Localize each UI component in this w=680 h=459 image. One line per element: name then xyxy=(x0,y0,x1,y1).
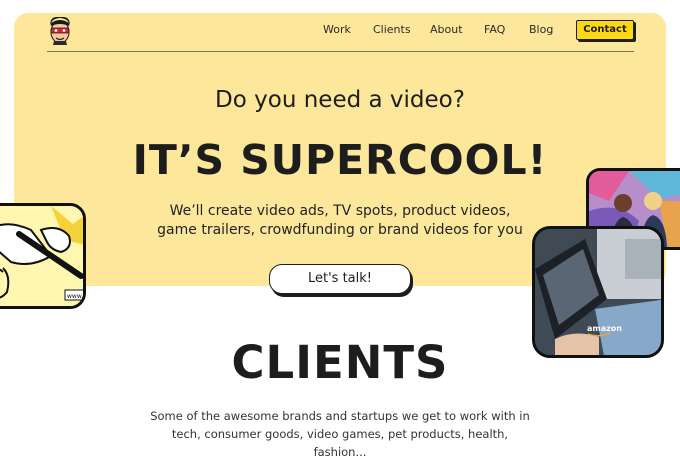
page: Work Clients About FAQ Blog Contact Do y… xyxy=(0,0,680,459)
nav-link-blog[interactable]: Blog xyxy=(529,23,553,36)
hero-question: Do you need a video? xyxy=(215,87,465,113)
clients-desc-line-3: fashion... xyxy=(313,445,367,459)
hero-subtitle-line-1: We’ll create video ads, TV spots, produc… xyxy=(169,203,511,219)
illustration-caption: www. xyxy=(67,293,83,300)
nav-link-about[interactable]: About xyxy=(430,23,463,36)
nav-link-clients[interactable]: Clients xyxy=(373,23,411,36)
lets-talk-button[interactable]: Let's talk! xyxy=(269,264,411,294)
contact-button[interactable]: Contact xyxy=(576,20,634,40)
hero-headline: IT’S SUPERCOOL! xyxy=(132,136,548,184)
illustration-image: www. xyxy=(0,206,83,306)
clients-description: Some of the awesome brands and startups … xyxy=(0,407,680,459)
nav-link-work[interactable]: Work xyxy=(323,23,351,36)
amazon-caption: amazon xyxy=(587,324,622,333)
clients-desc-line-1: Some of the awesome brands and startups … xyxy=(150,409,530,423)
video-card-illustration[interactable]: www. xyxy=(0,203,86,309)
header-divider xyxy=(47,51,634,52)
nav-link-faq[interactable]: FAQ xyxy=(484,23,505,36)
clients-desc-line-2: tech, consumer goods, video games, pet p… xyxy=(171,427,509,441)
clients-title: CLIENTS xyxy=(231,336,449,389)
